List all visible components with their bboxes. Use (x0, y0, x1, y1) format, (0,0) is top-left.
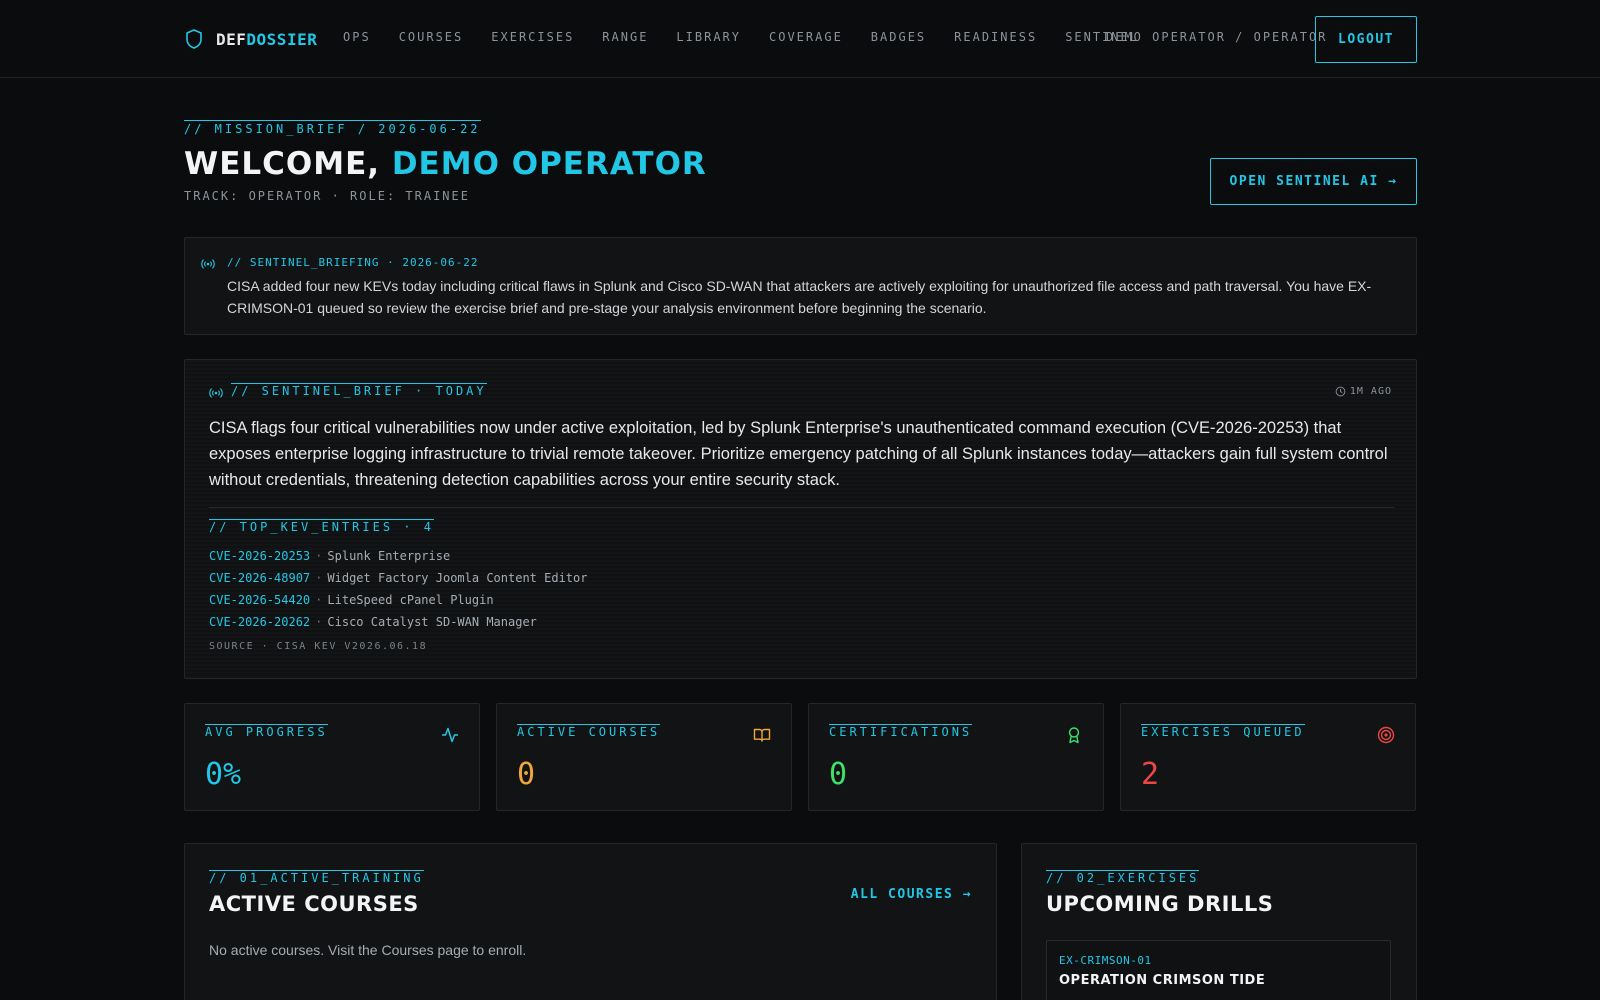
nav-link-readiness[interactable]: READINESS (954, 30, 1037, 44)
nav-link-badges[interactable]: BADGES (871, 30, 926, 44)
brand-name-dossier: DOSSIER (246, 29, 318, 49)
briefing-heading: // SENTINEL_BRIEFING · 2026-06-22 (227, 256, 479, 269)
upcoming-drills-title: UPCOMING DRILLS (1046, 892, 1274, 916)
stat-label: ACTIVE COURSES (517, 724, 661, 739)
broadcast-icon (201, 259, 215, 269)
kev-vendor: LiteSpeed cPanel Plugin (327, 593, 494, 607)
list-item: CVE-2026-20253 · Splunk Enterprise (209, 545, 587, 567)
stat-value: 0% (205, 757, 242, 792)
shield-icon (186, 29, 202, 49)
nav-link-exercises[interactable]: EXERCISES (491, 30, 574, 44)
stat-value: 2 (1141, 757, 1160, 792)
kev-separator: · (315, 571, 323, 585)
open-sentinel-ai-button[interactable]: OPEN SENTINEL AI → (1210, 158, 1417, 205)
target-icon (1377, 726, 1395, 744)
nav-link-range[interactable]: RANGE (602, 30, 648, 44)
stat-card-certifications: CERTIFICATIONS 0 (808, 703, 1104, 811)
stat-value: 0 (829, 757, 848, 792)
brief-age: 1M AGO (1335, 386, 1392, 397)
brief-heading: // SENTINEL_BRIEF · TODAY (231, 383, 487, 398)
briefing-body: CISA added four new KEVs today including… (227, 278, 1372, 316)
kev-id-link[interactable]: CVE-2026-48907 (209, 571, 310, 585)
stat-label: AVG PROGRESS (205, 724, 328, 739)
page-title: WELCOME, DEMO OPERATOR (184, 146, 707, 182)
brand-logo[interactable]: DEFDOSSIER (184, 27, 317, 51)
active-courses-title: ACTIVE COURSES (209, 892, 419, 916)
kev-source: SOURCE · CISA KEV V2026.06.18 (209, 641, 428, 652)
stat-value: 0 (517, 757, 536, 792)
list-item: CVE-2026-48907 · Widget Factory Joomla C… (209, 567, 587, 589)
nav-links: OPS COURSES EXERCISES RANGE LIBRARY COVE… (343, 30, 1167, 44)
nav-link-courses[interactable]: COURSES (399, 30, 464, 44)
kev-id-link[interactable]: CVE-2026-20262 (209, 615, 310, 629)
top-nav: DEFDOSSIER OPS COURSES EXERCISES RANGE L… (0, 0, 1600, 78)
brand-name-def: DEF (216, 29, 247, 49)
sentinel-brief-panel: // SENTINEL_BRIEF · TODAY 1M AGO CISA fl… (184, 359, 1417, 679)
upcoming-drills-panel: // 02_EXERCISES UPCOMING DRILLS EX-CRIMS… (1021, 843, 1417, 1000)
list-item: CVE-2026-20262 · Cisco Catalyst SD-WAN M… (209, 611, 587, 633)
kev-list: CVE-2026-20253 · Splunk Enterprise CVE-2… (209, 545, 587, 633)
book-icon (753, 728, 771, 742)
stat-card-exercises-queued: EXERCISES QUEUED 2 (1120, 703, 1416, 811)
list-item: CVE-2026-54420 · LiteSpeed cPanel Plugin (209, 589, 587, 611)
drill-card[interactable]: EX-CRIMSON-01 OPERATION CRIMSON TIDE (1046, 940, 1391, 1000)
drill-name: OPERATION CRIMSON TIDE (1059, 973, 1266, 988)
mission-brief-kicker: // MISSION_BRIEF / 2026-06-22 (184, 120, 481, 136)
exercises-kicker: // 02_EXERCISES (1046, 870, 1200, 885)
drill-id: EX-CRIMSON-01 (1059, 954, 1152, 967)
kev-vendor: Splunk Enterprise (327, 549, 451, 563)
kev-id-link[interactable]: CVE-2026-20253 (209, 549, 310, 563)
brief-divider (209, 507, 1394, 508)
kev-vendor: Cisco Catalyst SD-WAN Manager (327, 615, 537, 629)
track-role-line: TRACK: OPERATOR · ROLE: TRAINEE (184, 189, 470, 203)
active-courses-panel: // 01_ACTIVE_TRAINING ACTIVE COURSES ALL… (184, 843, 997, 1000)
brief-summary: CISA flags four critical vulnerabilities… (209, 419, 1388, 489)
empty-state-text: No active courses. Visit the Courses pag… (209, 942, 527, 958)
clock-icon (1335, 386, 1346, 397)
stat-label: CERTIFICATIONS (829, 724, 973, 739)
welcome-name: DEMO OPERATOR (391, 146, 707, 182)
nav-link-ops[interactable]: OPS (343, 30, 371, 44)
broadcast-icon (209, 388, 223, 398)
welcome-prefix: WELCOME, (184, 146, 392, 182)
kev-separator: · (315, 549, 323, 563)
kev-separator: · (315, 615, 323, 629)
logout-button[interactable]: LOGOUT (1315, 16, 1417, 63)
nav-link-coverage[interactable]: COVERAGE (769, 30, 843, 44)
stat-label: EXERCISES QUEUED (1141, 724, 1305, 739)
award-icon (1068, 727, 1080, 744)
kev-heading: // TOP_KEV_ENTRIES · 4 (209, 519, 434, 534)
active-training-kicker: // 01_ACTIVE_TRAINING (209, 870, 424, 885)
sentinel-briefing-panel: // SENTINEL_BRIEFING · 2026-06-22 CISA a… (184, 237, 1417, 335)
activity-icon (442, 727, 458, 743)
user-label: DEMO OPERATOR / OPERATOR (1106, 30, 1328, 44)
stat-card-active-courses: ACTIVE COURSES 0 (496, 703, 792, 811)
all-courses-link[interactable]: ALL COURSES → (851, 887, 972, 902)
kev-separator: · (315, 593, 323, 607)
stat-card-avg-progress: AVG PROGRESS 0% (184, 703, 480, 811)
brief-age-text: 1M AGO (1349, 386, 1392, 397)
kev-id-link[interactable]: CVE-2026-54420 (209, 593, 310, 607)
nav-link-library[interactable]: LIBRARY (676, 30, 741, 44)
kev-vendor: Widget Factory Joomla Content Editor (327, 571, 588, 585)
